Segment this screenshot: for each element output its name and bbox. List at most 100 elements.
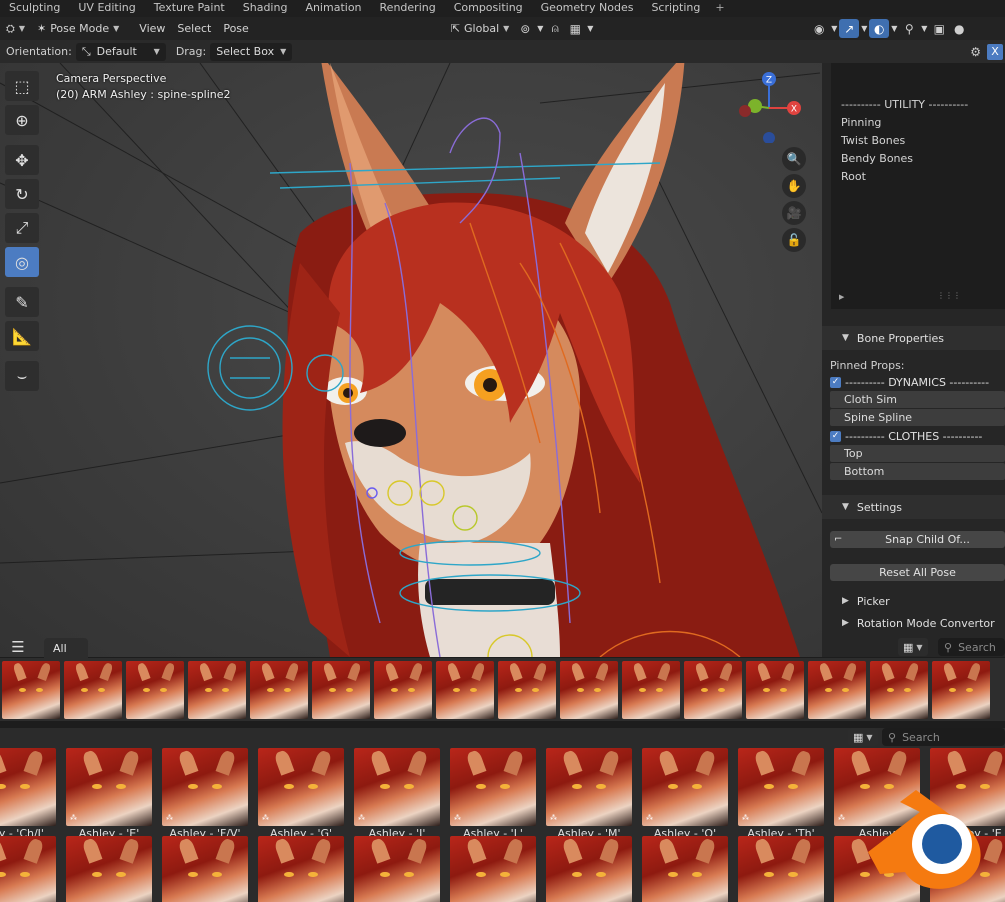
list-item[interactable]: ---------- UTILITY ---------- [831,96,1005,114]
pivot-point-icon[interactable]: ⊚ [515,19,535,38]
pose-thumbnail[interactable] [312,661,370,719]
tab-shading[interactable]: Shading [234,0,297,17]
display-mode-button[interactable]: ▦ ▼ [898,638,928,656]
chevron-down-icon[interactable]: ▼ [889,19,899,38]
pose-thumbnail[interactable] [498,661,556,719]
tab-animation[interactable]: Animation [296,0,370,17]
gizmo-toggle-icon[interactable]: ↗ [839,19,860,38]
list-item-pinning[interactable]: Pinning [831,114,1005,132]
chevron-down-icon[interactable]: ▼ [919,19,929,38]
tab-geometry-nodes[interactable]: Geometry Nodes [532,0,643,17]
tab-sculpting[interactable]: Sculpting [0,0,69,17]
pose-asset-item[interactable] [738,836,824,902]
cursor-tool-icon[interactable]: ⊕ [5,105,39,135]
pose-asset-item[interactable]: ⁂ Ashley - 'G' [258,748,344,842]
pose-thumbnail[interactable] [64,661,122,719]
pose-asset-item[interactable] [66,836,152,902]
tool-options-icon[interactable]: ⚙ [970,45,981,59]
pose-asset-item[interactable]: ⁂ Ashley - 'O' [642,748,728,842]
menu-view[interactable]: View [133,19,171,38]
cloth-sim-button[interactable]: Cloth Sim [830,391,1005,408]
mode-dropdown[interactable]: ✶ Pose Mode ▼ [31,19,125,38]
pose-thumbnail[interactable] [746,661,804,719]
camera-view-icon[interactable]: 🎥 [782,201,806,225]
measure-tool-icon[interactable]: 📐 [5,321,39,351]
transform-orientation-dropdown[interactable]: ⇱ Global ▼ [445,19,515,38]
tab-compositing[interactable]: Compositing [445,0,532,17]
orientation-dropdown[interactable]: ⤡ Default ▼ [75,42,166,61]
pose-thumbnail[interactable] [250,661,308,719]
pose-thumbnail[interactable] [870,661,928,719]
reset-all-pose-button[interactable]: Reset All Pose [830,564,1005,581]
pose-asset-item[interactable] [450,836,536,902]
tab-texture-paint[interactable]: Texture Paint [145,0,234,17]
zoom-icon[interactable]: 🔍 [782,147,806,171]
pose-thumbnail[interactable] [560,661,618,719]
annotate-tool-icon[interactable]: ✎ [5,287,39,317]
pose-asset-item[interactable]: ⁂ Ashley - 'L' [450,748,536,842]
x-mirror-toggle[interactable]: X [987,43,1003,60]
list-item-twist-bones[interactable]: Twist Bones [831,132,1005,150]
list-item-root[interactable]: Root [831,168,1005,186]
bone-properties-header[interactable]: ▼ Bone Properties [822,326,1005,350]
move-tool-icon[interactable]: ✥ [5,145,39,175]
hamburger-menu-icon[interactable]: ☰ [5,638,31,658]
chevron-down-icon[interactable]: ▼ [535,19,545,38]
editor-type-button[interactable]: ⛭ ▼ [0,19,31,38]
pose-thumbnail[interactable] [2,661,60,719]
bottom-button[interactable]: Bottom [830,463,1005,480]
top-button[interactable]: Top [830,445,1005,462]
snap-icon[interactable]: ⍝ [545,19,565,38]
tab-rendering[interactable]: Rendering [371,0,445,17]
pose-thumbnail[interactable] [622,661,680,719]
pose-asset-item[interactable] [546,836,632,902]
pan-hand-icon[interactable]: ✋ [782,174,806,198]
list-item-bendy-bones[interactable]: Bendy Bones [831,150,1005,168]
expand-triangle-icon[interactable]: ▶ [839,293,844,301]
search-input-bottom[interactable]: ⚲ Search [882,728,1005,746]
pose-asset-item[interactable]: ⁂ Ashley - 'F/V' [162,748,248,842]
drag-dropdown[interactable]: Select Box ▼ [210,42,293,61]
navigation-gizmo[interactable]: Z X [735,68,805,143]
pose-thumbnail[interactable] [126,661,184,719]
pose-asset-item[interactable] [258,836,344,902]
menu-pose[interactable]: Pose [217,19,254,38]
search-input-top[interactable]: ⚲ Search [938,638,1005,656]
pose-asset-item[interactable] [642,836,728,902]
shading-solid-icon[interactable]: ● [949,19,969,38]
snap-child-of-button[interactable]: ⌐ Snap Child Of... [830,531,1005,548]
visibility-icon[interactable]: ◉ [809,19,829,38]
scale-tool-icon[interactable]: ⤢ [5,213,39,243]
pose-thumbnail[interactable] [684,661,742,719]
pose-thumbnail[interactable] [436,661,494,719]
spine-spline-button[interactable]: Spine Spline [830,409,1005,426]
pose-asset-item[interactable] [0,836,56,902]
tab-all[interactable]: All [44,638,88,658]
dynamics-checkbox[interactable]: ✓ ---------- DYNAMICS ---------- [830,376,989,389]
pose-asset-item[interactable] [354,836,440,902]
resize-handle-icon[interactable]: ⋮⋮⋮ [937,291,961,300]
xray-icon[interactable]: ▣ [929,19,949,38]
pose-thumbnail[interactable] [374,661,432,719]
rotate-tool-icon[interactable]: ↻ [5,179,39,209]
pose-asset-item[interactable]: ⁂hley - 'Ch/J' [0,748,56,842]
pose-thumbnail[interactable] [808,661,866,719]
display-mode-button[interactable]: ▦ ▼ [848,728,878,746]
chevron-down-icon[interactable]: ▼ [859,19,869,38]
overlay-toggle-icon[interactable]: ◐ [869,19,890,38]
pose-asset-item[interactable]: ⁂ Ashley - 'Th' [738,748,824,842]
picker-header[interactable]: ▶ Picker [822,589,1005,613]
tab-uv-editing[interactable]: UV Editing [69,0,144,17]
pose-thumbnail[interactable] [188,661,246,719]
settings-header[interactable]: ▼ Settings [822,495,1005,519]
pose-asset-item[interactable] [162,836,248,902]
3d-viewport[interactable]: Camera Perspective (20) ARM Ashley : spi… [0,63,822,657]
snap-target-icon[interactable]: ▦ [565,19,585,38]
chevron-down-icon[interactable]: ▼ [829,19,839,38]
tab-scripting[interactable]: Scripting [642,0,709,17]
clothes-checkbox[interactable]: ✓ ---------- CLOTHES ---------- [830,430,982,443]
pose-asset-item[interactable]: ⁂ Ashley - 'I' [354,748,440,842]
pose-thumbnail[interactable] [932,661,990,719]
pose-asset-item[interactable]: ⁂ Ashley - 'M' [546,748,632,842]
bone-overlay-icon[interactable]: ⚲ [899,19,919,38]
